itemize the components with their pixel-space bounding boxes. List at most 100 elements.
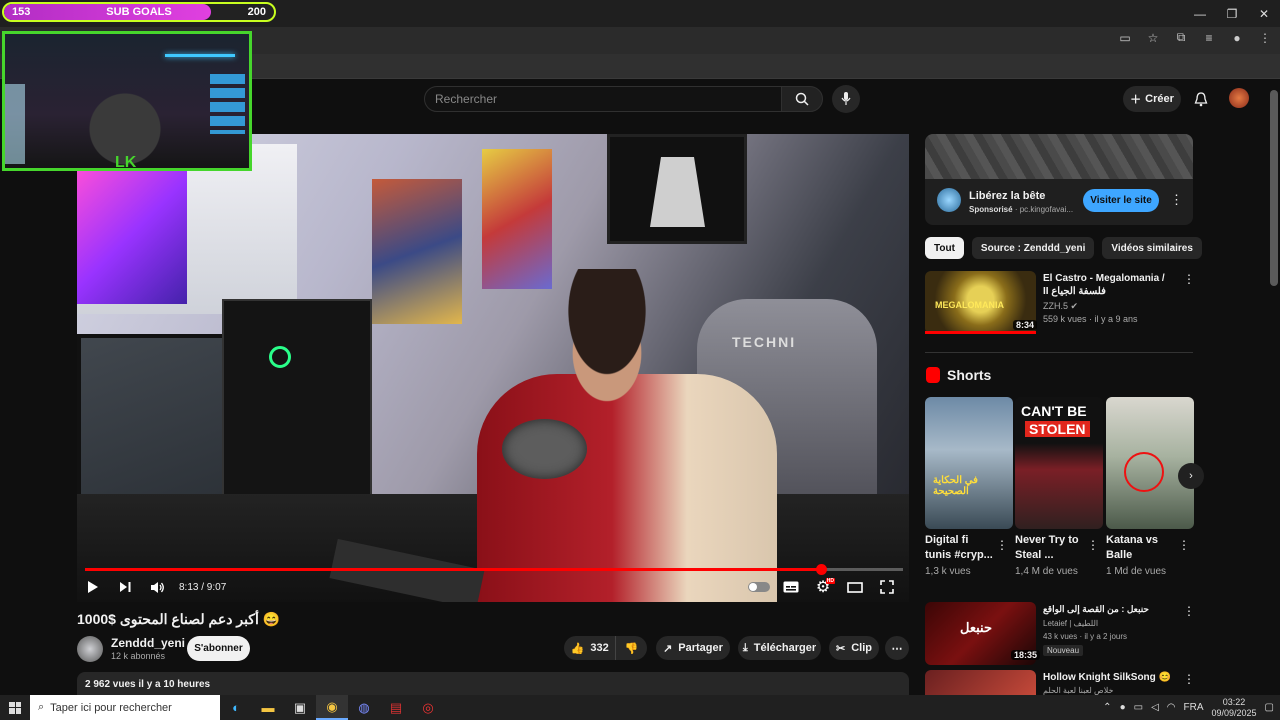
volume-button[interactable] xyxy=(141,575,173,599)
rec3-more-icon[interactable]: ⋮ xyxy=(1183,672,1195,686)
dislike-button[interactable]: 👎 xyxy=(616,636,647,660)
rec1-watched-bar xyxy=(925,331,1036,334)
scene-microphone xyxy=(502,419,587,479)
start-button[interactable] xyxy=(0,695,30,720)
rec1-title[interactable]: El Castro - Megalomania / II فلسفة الجيا… xyxy=(1043,272,1168,298)
rec2-thumbnail-text: حنبعل xyxy=(960,620,992,635)
webcam-light xyxy=(5,84,25,164)
settings-button[interactable]: ⚙ HD xyxy=(809,575,837,599)
channel-avatar[interactable] xyxy=(77,636,103,662)
taskbar-clock[interactable]: 03:22 09/09/2025 xyxy=(1212,697,1257,719)
edge-app-icon[interactable]: ◐ xyxy=(220,695,252,720)
notifications-button[interactable] xyxy=(1190,88,1212,110)
rec1-channel[interactable]: ZZH.5 ✔ xyxy=(1043,301,1078,312)
rec2-channel[interactable]: Letaief | اللطيف xyxy=(1043,619,1098,628)
profile-icon[interactable]: ● xyxy=(1230,31,1244,45)
play-button[interactable] xyxy=(77,575,109,599)
close-window-button[interactable]: ✕ xyxy=(1248,0,1280,27)
notification-icon[interactable]: ▢ xyxy=(1265,702,1274,713)
autoplay-toggle[interactable] xyxy=(745,575,773,599)
like-button[interactable]: 👍 332 xyxy=(564,636,617,660)
ad-title[interactable]: Libérez la bête xyxy=(969,190,1045,202)
short-card-1[interactable]: في الحكاية الصحيحة xyxy=(925,397,1013,529)
subtitles-button[interactable] xyxy=(777,575,805,599)
scene-monitor xyxy=(77,164,187,304)
rec2-title[interactable]: حنبعل : من القصة إلى الواقع xyxy=(1043,604,1168,615)
file-explorer-icon[interactable]: ▬ xyxy=(252,695,284,720)
search-input[interactable] xyxy=(435,92,771,106)
theater-mode-button[interactable] xyxy=(841,575,869,599)
bookmark-star-icon[interactable]: ☆ xyxy=(1146,31,1160,45)
chip-all[interactable]: Tout xyxy=(925,237,964,259)
keyboard-language[interactable]: FRA xyxy=(1184,702,1204,713)
short1-title[interactable]: Digital fi tunis #cryp... xyxy=(925,533,995,563)
subscribe-button[interactable]: S'abonner xyxy=(187,636,250,661)
download-button[interactable]: ⤓ Télécharger xyxy=(738,636,821,660)
create-button[interactable]: ＋ Créer xyxy=(1123,86,1181,112)
short2-views: 1,4 M de vues xyxy=(1015,566,1078,577)
media-icon[interactable]: ≡ xyxy=(1202,31,1216,45)
speaker-icon[interactable]: ◁ xyxy=(1151,702,1159,713)
channel-name[interactable]: Zenddd_yeni xyxy=(111,636,185,650)
restore-button[interactable]: ❐ xyxy=(1216,0,1248,27)
extensions-icon[interactable]: ⧉ xyxy=(1174,30,1188,45)
mic-tray-icon[interactable]: ● xyxy=(1120,702,1126,713)
divider xyxy=(925,352,1193,353)
short-card-3[interactable] xyxy=(1106,397,1194,529)
share-button[interactable]: ↗ Partager xyxy=(656,636,730,660)
fullscreen-button[interactable] xyxy=(873,575,901,599)
windows-logo-icon xyxy=(9,701,21,714)
store-app-icon[interactable]: ▣ xyxy=(284,695,316,720)
more-icon: ⋯ xyxy=(891,642,903,655)
short3-more-icon[interactable]: ⋮ xyxy=(1178,538,1190,552)
wifi-icon[interactable]: ◠ xyxy=(1167,702,1176,713)
page-scrollbar[interactable] xyxy=(1270,90,1278,286)
ad-more-icon[interactable]: ⋮ xyxy=(1170,192,1183,208)
scissors-icon: ✂ xyxy=(836,642,846,655)
minimize-button[interactable]: — xyxy=(1184,0,1216,27)
account-avatar[interactable] xyxy=(1229,88,1249,108)
short2-more-icon[interactable]: ⋮ xyxy=(1087,538,1099,552)
video-progress-bar[interactable] xyxy=(85,564,903,575)
scene-pc-case xyxy=(222,299,372,499)
rec2-more-icon[interactable]: ⋮ xyxy=(1183,604,1195,618)
chip-source[interactable]: Source : Zenddd_yeni xyxy=(971,237,1095,259)
more-actions-button[interactable]: ⋯ xyxy=(885,636,909,660)
hd-badge: HD xyxy=(825,578,835,584)
share-icon: ↗ xyxy=(663,642,673,655)
obs-app-icon[interactable]: ▤ xyxy=(380,695,412,720)
chrome-app-icon[interactable]: ◉ xyxy=(316,695,348,720)
rec3-title[interactable]: Hollow Knight SilkSong 😊 xyxy=(1043,672,1171,683)
rec1-more-icon[interactable]: ⋮ xyxy=(1183,272,1195,286)
network-icon[interactable]: ▭ xyxy=(1134,702,1143,713)
search-box[interactable] xyxy=(424,86,782,112)
sub-goals-bar: 153 SUB GOALS 200 xyxy=(2,2,276,22)
chevron-up-icon[interactable]: ⌃ xyxy=(1103,702,1111,713)
short1-more-icon[interactable]: ⋮ xyxy=(996,538,1008,552)
taskbar-search[interactable]: ⌕ Taper ici pour rechercher xyxy=(30,695,220,720)
ad-banner-image[interactable] xyxy=(925,134,1193,179)
rec2-meta: 43 k vues · il y a 2 jours xyxy=(1043,632,1128,641)
browser-menu-icon[interactable]: ⋮ xyxy=(1258,31,1272,45)
webcam-logo: LK xyxy=(115,154,137,171)
short2-title[interactable]: Never Try to Steal ... xyxy=(1015,533,1085,563)
short1-views: 1,3 k vues xyxy=(925,566,971,577)
video-player[interactable]: TECHNI xyxy=(77,134,909,602)
chevron-right-icon[interactable]: › xyxy=(1171,241,1175,255)
discord-app-icon[interactable]: ◍ xyxy=(348,695,380,720)
like-count: 332 xyxy=(590,642,609,654)
clip-button[interactable]: ✂ Clip xyxy=(829,636,879,660)
cast-icon[interactable]: ▭ xyxy=(1118,31,1132,45)
video-time: 8:13 / 9:07 xyxy=(179,581,227,593)
search-icon: ⌕ xyxy=(38,701,45,713)
streaming-app-icon[interactable]: ◎ xyxy=(412,695,444,720)
visit-site-button[interactable]: Visiter le site xyxy=(1083,189,1159,212)
search-button[interactable] xyxy=(781,86,823,112)
short3-title[interactable]: Katana vs Balle xyxy=(1106,533,1176,563)
short-card-2[interactable]: CAN'T BE STOLEN xyxy=(1015,397,1103,529)
clock-date: 09/09/2025 xyxy=(1211,707,1257,718)
chip-similar[interactable]: Vidéos similaires xyxy=(1102,237,1202,259)
shorts-next-button[interactable]: › xyxy=(1178,463,1204,489)
voice-search-button[interactable] xyxy=(832,85,860,113)
next-button[interactable] xyxy=(109,575,141,599)
